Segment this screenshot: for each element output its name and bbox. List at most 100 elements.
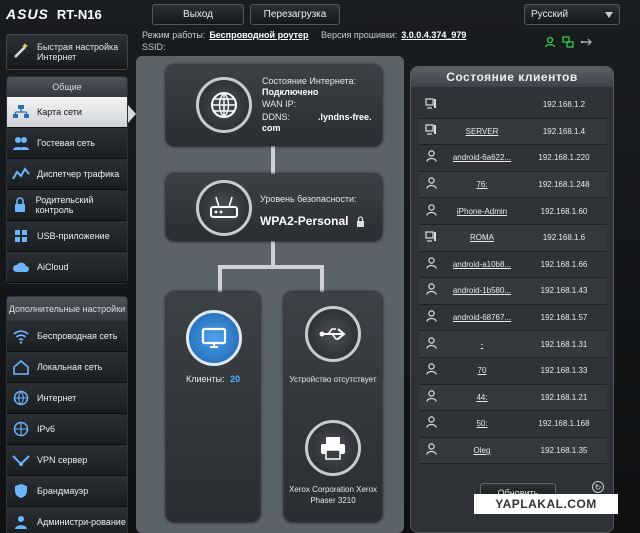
client-name-link[interactable]: 44: — [443, 393, 521, 402]
client-ip: 192.168.1.57 — [540, 313, 588, 323]
connector-line — [218, 265, 222, 293]
network-map-icon — [11, 102, 31, 122]
client-name-link[interactable]: 50: — [443, 419, 521, 428]
table-row[interactable]: ROMA 192.168.1.6 — [419, 224, 607, 252]
info-bar: Режим работы: Беспроводной роутер Версия … — [142, 30, 467, 40]
watermark: YAPLAKAL.COM — [474, 494, 618, 514]
aicloud-icon — [11, 257, 31, 277]
client-name-link[interactable]: iPhone-Admin — [443, 207, 521, 216]
user-status-icon[interactable] — [544, 36, 556, 48]
vpn-icon — [11, 450, 31, 470]
table-row[interactable]: 50: 192.168.1.168 — [419, 411, 607, 438]
user-icon — [419, 363, 443, 378]
client-name-link[interactable]: Oleg — [443, 446, 521, 455]
client-ip: 192.168.1.220 — [538, 153, 590, 163]
client-status-title: Состояние клиентов — [411, 67, 613, 87]
client-name-link[interactable]: android-1b580... — [443, 286, 521, 295]
table-row[interactable]: 44: 192.168.1.21 — [419, 384, 607, 412]
advanced-menu: Дополнительные настройки Беспроводная се… — [6, 296, 128, 533]
sidebar-item-guest-network[interactable]: Гостевая сеть — [7, 128, 127, 159]
usb-status-icon[interactable] — [580, 36, 592, 48]
general-menu: Общие Карта сети Гостевая сеть Диспетчер… — [6, 76, 128, 284]
usb-device-card[interactable]: Устройство отсутствует Xerox Corporation… — [284, 292, 382, 522]
table-row[interactable]: Oleg 192.168.1.35 — [419, 437, 607, 465]
router-icon — [196, 180, 252, 236]
chevron-down-icon — [605, 12, 613, 18]
user-icon — [419, 416, 443, 431]
table-row[interactable]: 70 192.168.1.33 — [419, 357, 607, 385]
client-name-link[interactable]: android-6a622... — [443, 153, 521, 162]
table-row[interactable]: android-6a622... 192.168.1.220 — [419, 145, 607, 172]
firmware-link[interactable]: 3.0.0.4.374_979 — [401, 30, 466, 40]
client-status-panel: Состояние клиентов 192.168.1.2 SERVER 192.… — [410, 66, 614, 533]
guest-network-icon — [11, 133, 31, 153]
lock-icon — [356, 214, 365, 232]
user-icon — [419, 390, 443, 405]
sidebar-item-wireless[interactable]: Беспроводная сеть — [7, 321, 127, 352]
computer-icon — [419, 231, 443, 245]
internet-status-card[interactable]: Состояние Интернета: Подключено WAN IP: … — [166, 65, 382, 146]
client-name-link[interactable]: 70 — [443, 366, 521, 375]
sidebar-item-vpn[interactable]: VPN сервер — [7, 445, 127, 476]
computer-icon — [419, 124, 443, 138]
parental-control-icon — [11, 195, 30, 215]
clients-card[interactable]: Клиенты: 20 — [166, 292, 260, 522]
connector-line — [271, 146, 275, 174]
client-name-link[interactable]: - — [443, 340, 521, 349]
status-icons — [544, 36, 592, 48]
table-row[interactable]: 76: 192.168.1.248 — [419, 171, 607, 199]
client-name-link[interactable]: android-a10b8... — [443, 260, 521, 269]
asus-logo: ASUS RT-N16 — [6, 6, 102, 22]
printer-name: Xerox Corporation Xerox Phaser 3210 — [288, 485, 378, 505]
computer-icon — [419, 98, 443, 112]
internet-icon — [11, 388, 31, 408]
table-row[interactable]: SERVER 192.168.1.4 — [419, 118, 607, 146]
table-row[interactable]: - 192.168.1.31 — [419, 331, 607, 358]
sidebar-item-parental-control[interactable]: Родительский контроль — [7, 190, 127, 221]
user-icon — [419, 150, 443, 165]
table-row[interactable]: android-68767... 192.168.1.57 — [419, 304, 607, 332]
refresh-icon[interactable]: ↻ — [592, 481, 604, 493]
network-map: Состояние Интернета: Подключено WAN IP: … — [136, 56, 404, 533]
client-ip: 192.168.1.31 — [540, 339, 588, 349]
sidebar-item-ipv6[interactable]: IPv6 — [7, 414, 127, 445]
router-admin-page: ASUS RT-N16 Выход Перезагрузка Русский Ре… — [0, 0, 640, 533]
sidebar-item-lan[interactable]: Локальная сеть — [7, 352, 127, 383]
sidebar-item-administration[interactable]: Администри-рование — [7, 507, 127, 533]
sidebar-item-traffic-manager[interactable]: Диспетчер трафика — [7, 159, 127, 190]
sidebar-item-firewall[interactable]: Брандмауэр — [7, 476, 127, 507]
table-row[interactable]: iPhone-Admin 192.168.1.60 — [419, 198, 607, 225]
lan-icon — [11, 357, 31, 377]
user-icon — [419, 443, 443, 458]
client-name-link[interactable]: 76: — [443, 180, 521, 189]
internet-status-text: Состояние Интернета: Подключено WAN IP: … — [262, 76, 372, 133]
sidebar-item-usb-app[interactable]: USB-приложение — [7, 221, 127, 252]
sidebar-item-aicloud[interactable]: AiCloud — [7, 252, 127, 283]
security-value: WPA2-Personal — [260, 214, 349, 228]
usb-status-text: Устройство отсутствует — [289, 375, 377, 384]
client-ip: 192.168.1.66 — [540, 259, 588, 269]
logout-button[interactable]: Выход — [152, 4, 244, 25]
client-name-link[interactable]: android-68767... — [443, 313, 521, 322]
printer-icon — [305, 420, 361, 476]
table-row[interactable]: android-1b580... 192.168.1.43 — [419, 278, 607, 305]
ipv6-icon — [11, 419, 31, 439]
sidebar-item-network-map[interactable]: Карта сети — [7, 97, 127, 128]
client-name-link[interactable]: ROMA — [443, 233, 521, 242]
traffic-manager-icon — [11, 164, 31, 184]
client-ip: 192.168.1.6 — [542, 233, 586, 243]
client-ip: 192.168.1.60 — [540, 206, 588, 216]
router-security-card[interactable]: Уровень безопасности: WPA2-Personal — [166, 174, 382, 241]
table-row[interactable]: android-a10b8... 192.168.1.66 — [419, 251, 607, 279]
network-status-icon[interactable] — [562, 36, 574, 48]
mode-link[interactable]: Беспроводной роутер — [209, 30, 308, 40]
client-ip: 192.168.1.168 — [538, 419, 590, 429]
table-row[interactable]: 192.168.1.2 — [419, 92, 607, 119]
reboot-button[interactable]: Перезагрузка — [250, 4, 340, 25]
language-select[interactable]: Русский — [524, 4, 620, 25]
quick-setup-button[interactable]: Быстрая настройка Интернет — [6, 34, 128, 70]
client-name-link[interactable]: SERVER — [443, 127, 521, 136]
client-ip: 192.168.1.33 — [540, 366, 588, 376]
sidebar-item-internet[interactable]: Интернет — [7, 383, 127, 414]
wand-icon — [11, 41, 31, 63]
